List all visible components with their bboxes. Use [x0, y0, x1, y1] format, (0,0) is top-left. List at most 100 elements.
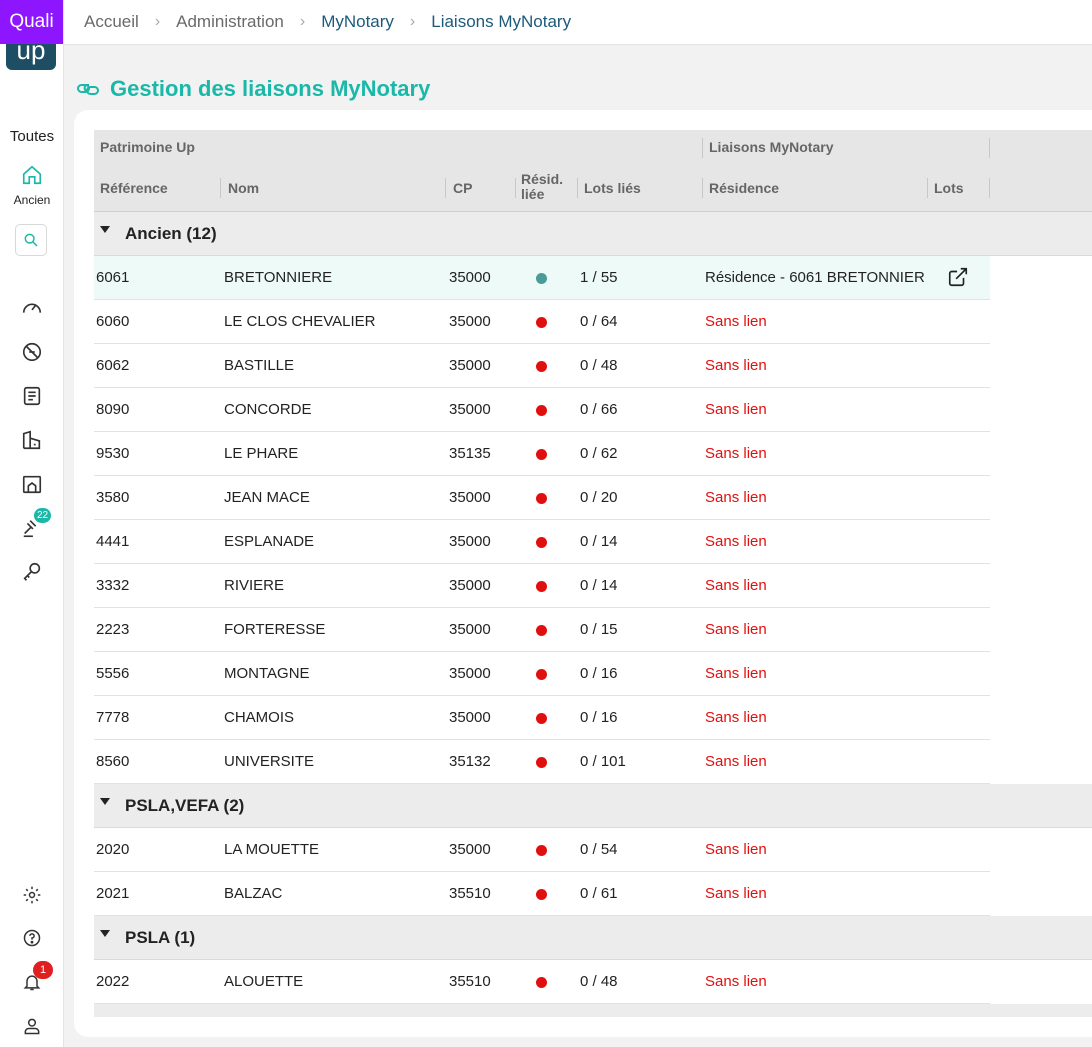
status-dot — [536, 581, 547, 592]
buildings-icon — [22, 430, 41, 450]
header-divider — [989, 178, 990, 198]
cell-residence: Sans lien — [705, 665, 767, 682]
nav-settings[interactable] — [20, 883, 44, 907]
cell-reference: 2022 — [96, 973, 130, 990]
ban-icon — [22, 342, 42, 362]
table-row[interactable]: 2022 ALOUETTE 35510 0 / 48 Sans lien — [94, 960, 990, 1004]
table-row[interactable]: 2021 BALZAC 35510 0 / 61 Sans lien — [94, 872, 990, 916]
nav-list[interactable] — [20, 384, 44, 408]
nav-buildings[interactable] — [20, 428, 44, 452]
breadcrumb-accueil[interactable]: Accueil — [84, 12, 139, 32]
external-link-button[interactable] — [947, 266, 969, 292]
table-row[interactable]: 2223 FORTERESSE 35000 0 / 15 Sans lien — [94, 608, 990, 652]
cell-residence: Sans lien — [705, 753, 767, 770]
status-dot — [536, 317, 547, 328]
table-row[interactable]: 8090 CONCORDE 35000 0 / 66 Sans lien — [94, 388, 990, 432]
table-row[interactable]: 8560 UNIVERSITE 35132 0 / 101 Sans lien — [94, 740, 990, 784]
filter-ancien[interactable]: Ancien — [0, 164, 64, 207]
table-row[interactable]: 2020 LA MOUETTE 35000 0 / 54 Sans lien — [94, 828, 990, 872]
cell-nom: ALOUETTE — [224, 973, 304, 990]
cell-cp: 35000 — [449, 621, 491, 638]
status-dot — [536, 669, 547, 680]
table-row[interactable]: 5556 MONTAGNE 35000 0 / 16 Sans lien — [94, 652, 990, 696]
cell-nom: LE CLOS CHEVALIER — [224, 313, 376, 330]
filter-ancien-label: Ancien — [13, 193, 51, 207]
col-resid[interactable]: Résid. liée — [521, 172, 563, 202]
table-row[interactable]: 4441 ESPLANADE 35000 0 / 14 Sans lien — [94, 520, 990, 564]
liaisons-table: Patrimoine Up Liaisons MyNotary Référenc… — [94, 130, 1092, 1017]
cell-lots-lies: 0 / 48 — [580, 357, 618, 374]
group-label: PSLA,VEFA (2) — [125, 796, 245, 815]
caret-down-icon[interactable] — [100, 798, 110, 805]
search-button[interactable] — [15, 224, 47, 256]
cell-reference: 9530 — [96, 445, 130, 462]
nav-profile[interactable] — [20, 1014, 44, 1038]
cell-reference: 6061 — [96, 269, 130, 286]
breadcrumb-mynotary[interactable]: MyNotary — [321, 12, 394, 32]
help-icon — [23, 929, 41, 947]
gear-icon — [23, 886, 41, 904]
caret-down-icon[interactable] — [100, 226, 110, 233]
cell-lots-lies: 0 / 48 — [580, 973, 618, 990]
table-row[interactable]: 3580 JEAN MACE 35000 0 / 20 Sans lien — [94, 476, 990, 520]
cell-nom: UNIVERSITE — [224, 753, 315, 770]
cell-cp: 35510 — [449, 973, 491, 990]
group-header[interactable]: VEFA (5) — [94, 1004, 1092, 1017]
cell-lots-lies: 0 / 54 — [580, 841, 618, 858]
cell-reference: 6062 — [96, 357, 130, 374]
col-reference[interactable]: Référence — [100, 180, 168, 196]
cell-nom: CONCORDE — [224, 401, 312, 418]
table-row[interactable]: 9530 LE PHARE 35135 0 / 62 Sans lien — [94, 432, 990, 476]
status-dot — [536, 273, 547, 284]
cell-nom: MONTAGNE — [224, 665, 310, 682]
cell-reference: 8090 — [96, 401, 130, 418]
header-divider — [989, 138, 990, 158]
breadcrumb-administration[interactable]: Administration — [176, 12, 284, 32]
nav-residence[interactable] — [20, 472, 44, 496]
cell-nom: FORTERESSE — [224, 621, 326, 638]
cell-lots-lies: 0 / 20 — [580, 489, 618, 506]
col-lots[interactable]: Lots — [934, 180, 964, 196]
cell-residence: Sans lien — [705, 401, 767, 418]
col-residence[interactable]: Résidence — [709, 180, 779, 196]
cell-cp: 35000 — [449, 577, 491, 594]
cell-cp: 35000 — [449, 533, 491, 550]
header-divider — [702, 178, 703, 198]
filter-toutes[interactable]: Toutes — [0, 128, 64, 145]
table-row[interactable]: 6061 BRETONNIERE 35000 1 / 55 Résidence - 60… — [94, 256, 990, 300]
table-row[interactable]: 6062 BASTILLE 35000 0 / 48 Sans lien — [94, 344, 990, 388]
status-dot — [536, 757, 547, 768]
group-header[interactable]: PSLA,VEFA (2) — [94, 784, 1092, 828]
cell-residence: Sans lien — [705, 357, 767, 374]
cell-nom: LA MOUETTE — [224, 841, 320, 858]
cell-reference: 3580 — [96, 489, 130, 506]
table-row[interactable]: 6060 LE CLOS CHEVALIER 35000 0 / 64 Sans lie… — [94, 300, 990, 344]
cell-residence: Sans lien — [705, 313, 767, 330]
col-cp[interactable]: CP — [453, 180, 472, 196]
group-header[interactable]: PSLA (1) — [94, 916, 1092, 960]
external-link-icon — [948, 267, 968, 287]
cell-cp: 35135 — [449, 445, 491, 462]
cell-residence: Sans lien — [705, 489, 767, 506]
col-lots-lies[interactable]: Lots liés — [584, 180, 641, 196]
nav-help[interactable] — [20, 926, 44, 950]
cell-lots-lies: 0 / 61 — [580, 885, 618, 902]
breadcrumb-liaisons: Liaisons MyNotary — [431, 12, 572, 31]
col-nom[interactable]: Nom — [228, 180, 259, 196]
nav-blocked[interactable] — [20, 340, 44, 364]
table-row[interactable]: 3332 RIVIERE 35000 0 / 14 Sans lien — [94, 564, 990, 608]
cell-cp: 35132 — [449, 753, 491, 770]
liaisons-card: Patrimoine Up Liaisons MyNotary Référenc… — [74, 110, 1092, 1037]
table-row[interactable]: 7778 CHAMOIS 35000 0 / 16 Sans lien — [94, 696, 990, 740]
cell-nom: BRETONNIERE — [224, 269, 333, 286]
nav-dashboard[interactable] — [20, 296, 44, 320]
group-header[interactable]: Ancien (12) — [94, 212, 1092, 256]
cell-cp: 35000 — [449, 665, 491, 682]
header-divider — [702, 138, 703, 158]
nav-keys[interactable] — [20, 560, 44, 584]
status-dot — [536, 361, 547, 372]
status-dot — [536, 845, 547, 856]
key-icon — [23, 562, 41, 581]
header-divider — [445, 178, 446, 198]
caret-down-icon[interactable] — [100, 930, 110, 937]
